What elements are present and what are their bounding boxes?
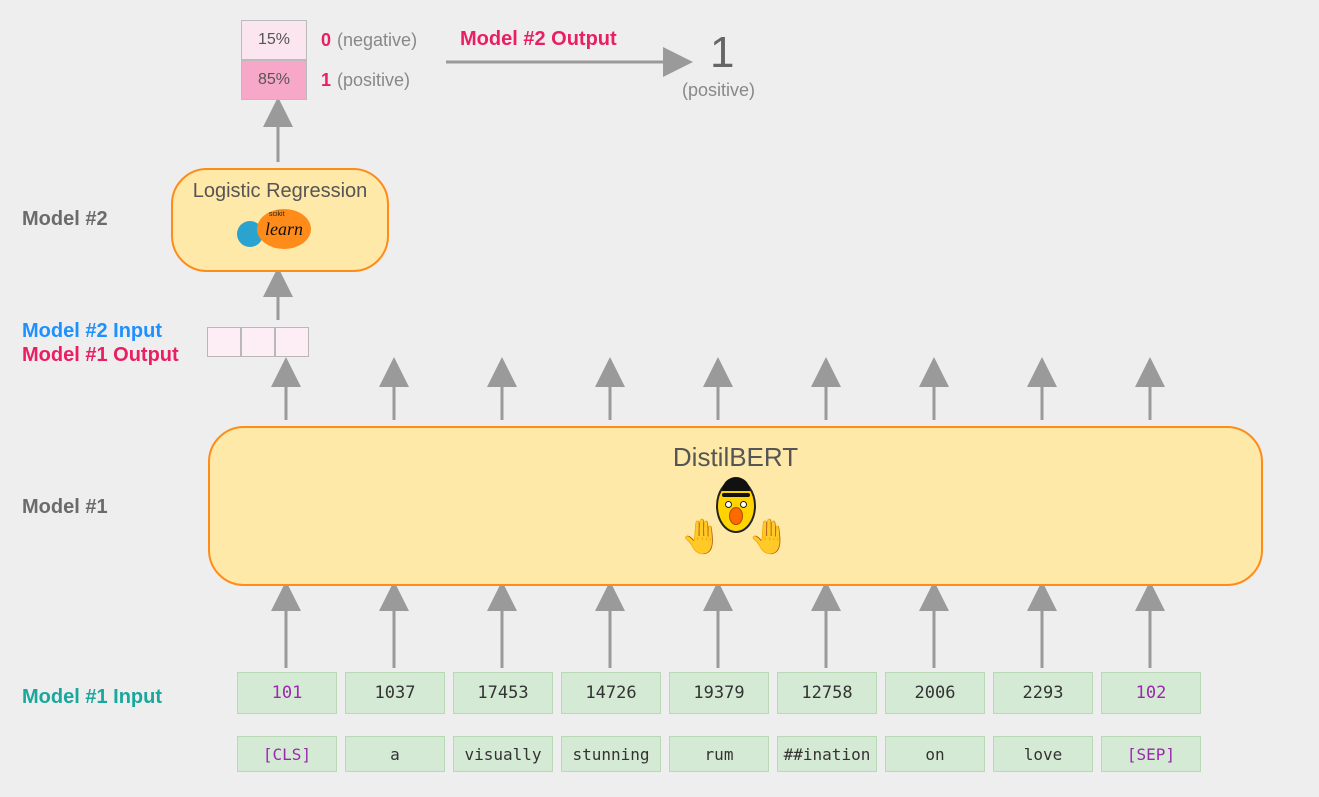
label-model1: Model #1 bbox=[22, 496, 108, 519]
label-model1-input: Model #1 Input bbox=[22, 686, 162, 709]
prob-label: 0(negative) bbox=[321, 30, 417, 51]
token-word: a bbox=[345, 736, 445, 772]
token-word: on bbox=[885, 736, 985, 772]
label-model2-output: Model #2 Output bbox=[460, 28, 617, 51]
prob-percent: 15% bbox=[241, 20, 307, 60]
token-word: [CLS] bbox=[237, 736, 337, 772]
token-word: stunning bbox=[561, 736, 661, 772]
token-word: visually bbox=[453, 736, 553, 772]
embed-cell bbox=[241, 327, 275, 357]
embed-cell bbox=[275, 327, 309, 357]
cls-embedding-vector bbox=[207, 327, 309, 357]
probability-table: 15% 0(negative) 85% 1(positive) bbox=[241, 20, 417, 100]
distilbert-title: DistilBERT bbox=[673, 442, 798, 473]
token-id: 19379 bbox=[669, 672, 769, 714]
token-id: 101 bbox=[237, 672, 337, 714]
token-word: [SEP] bbox=[1101, 736, 1201, 772]
label-model2-input: Model #2 Input bbox=[22, 320, 162, 343]
final-class-value: 1 bbox=[710, 28, 734, 78]
prob-row: 85% 1(positive) bbox=[241, 60, 417, 100]
token-id: 14726 bbox=[561, 672, 661, 714]
logistic-regression-block: Logistic Regression scikit learn bbox=[171, 168, 389, 272]
label-model2: Model #2 bbox=[22, 208, 108, 231]
final-class-desc: (positive) bbox=[682, 80, 755, 101]
label-model1-output: Model #1 Output bbox=[22, 344, 179, 367]
token-id: 2293 bbox=[993, 672, 1093, 714]
embed-cell bbox=[207, 327, 241, 357]
distilbert-block: DistilBERT 🤚🤚 bbox=[208, 426, 1263, 586]
logreg-title: Logistic Regression bbox=[193, 180, 368, 203]
prob-label: 1(positive) bbox=[321, 70, 410, 91]
sklearn-logo-icon: scikit learn bbox=[235, 207, 325, 251]
token-word: ##ination bbox=[777, 736, 877, 772]
token-word: rum bbox=[669, 736, 769, 772]
token-id: 2006 bbox=[885, 672, 985, 714]
token-id: 17453 bbox=[453, 672, 553, 714]
token-id: 102 bbox=[1101, 672, 1201, 714]
token-word: love bbox=[993, 736, 1093, 772]
token-word-row: [CLS]avisuallystunningrum##inationonlove… bbox=[237, 736, 1201, 772]
prob-row: 15% 0(negative) bbox=[241, 20, 417, 60]
token-id-row: 10110371745314726193791275820062293102 bbox=[237, 672, 1201, 714]
hugging-hands-icon: 🤚🤚 bbox=[681, 499, 791, 539]
token-id: 1037 bbox=[345, 672, 445, 714]
prob-percent: 85% bbox=[241, 60, 307, 100]
token-id: 12758 bbox=[777, 672, 877, 714]
